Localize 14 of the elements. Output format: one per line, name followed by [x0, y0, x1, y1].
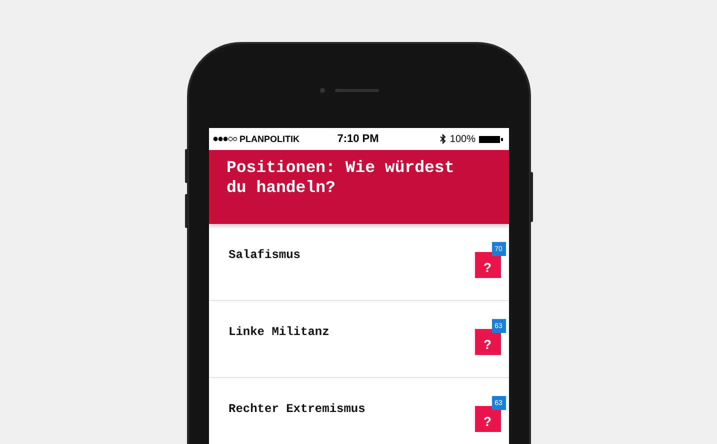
battery-icon	[479, 134, 504, 144]
clock-time: 7:10 PM	[337, 133, 379, 145]
bluetooth-icon	[440, 134, 446, 144]
question-badge[interactable]: ?	[474, 406, 500, 432]
topic-title: Linke Militanz	[228, 325, 330, 339]
carrier-name: PLANPOLITIK	[240, 134, 300, 144]
battery-percent: 100%	[450, 134, 476, 144]
question-badge[interactable]: ?	[474, 329, 500, 355]
topic-title: Rechter Extremismus	[228, 402, 366, 416]
signal-icon	[212, 136, 236, 142]
header-title: Positionen: Wie würdest du handeln?	[226, 158, 456, 198]
camera-icon	[320, 88, 324, 93]
question-badge[interactable]: ?	[474, 252, 500, 278]
topic-title: Salafismus	[228, 248, 301, 262]
